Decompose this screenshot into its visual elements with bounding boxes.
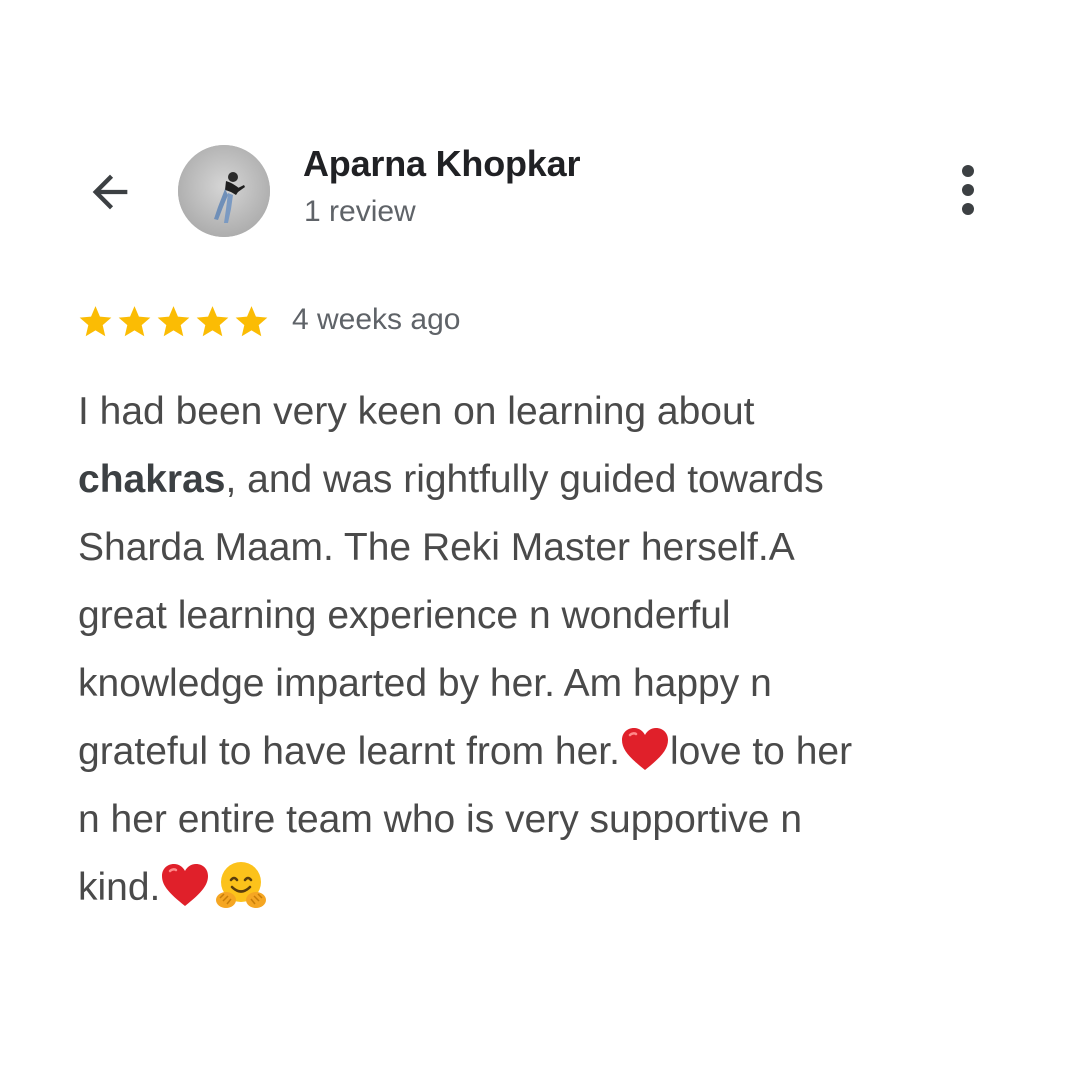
review-date: 4 weeks ago <box>292 303 461 336</box>
review-text: I had been very keen on learning about c… <box>78 378 998 922</box>
review-line: grateful to have learnt from her. love to… <box>78 718 998 786</box>
review-line: great learning experience n wonderful <box>78 594 731 637</box>
star-icon <box>118 306 151 337</box>
arrow-left-icon <box>92 174 128 210</box>
red-heart-icon <box>621 728 668 770</box>
review-count: 1 review <box>304 195 416 228</box>
hugging-face-icon <box>216 862 267 908</box>
review-line: Sharda Maam. The Reki Master herself.A <box>78 526 795 569</box>
more-vertical-icon <box>962 203 974 215</box>
star-icon <box>157 306 190 337</box>
red-heart-icon <box>162 864 209 906</box>
more-vertical-icon <box>962 165 974 177</box>
more-vertical-icon <box>962 184 974 196</box>
avatar[interactable] <box>178 145 270 237</box>
review-line: I had been very keen on learning about <box>78 390 755 433</box>
review-line: knowledge imparted by her. Am happy n <box>78 662 772 705</box>
author-name[interactable]: Aparna Khopkar <box>303 143 580 185</box>
star-icon <box>196 306 229 337</box>
back-button[interactable] <box>80 162 140 222</box>
avatar-photo-icon <box>178 145 270 237</box>
review-line: chakras, and was rightfully guided towar… <box>78 458 824 501</box>
stars <box>76 303 271 341</box>
review-line: n her entire team who is very supportive… <box>78 798 803 841</box>
review-bold-keyword: chakras <box>78 458 226 501</box>
more-options-button[interactable] <box>948 160 988 220</box>
star-rating <box>76 302 271 342</box>
star-icon <box>235 306 268 337</box>
star-icon <box>79 306 112 337</box>
review-line: kind. <box>78 854 998 922</box>
